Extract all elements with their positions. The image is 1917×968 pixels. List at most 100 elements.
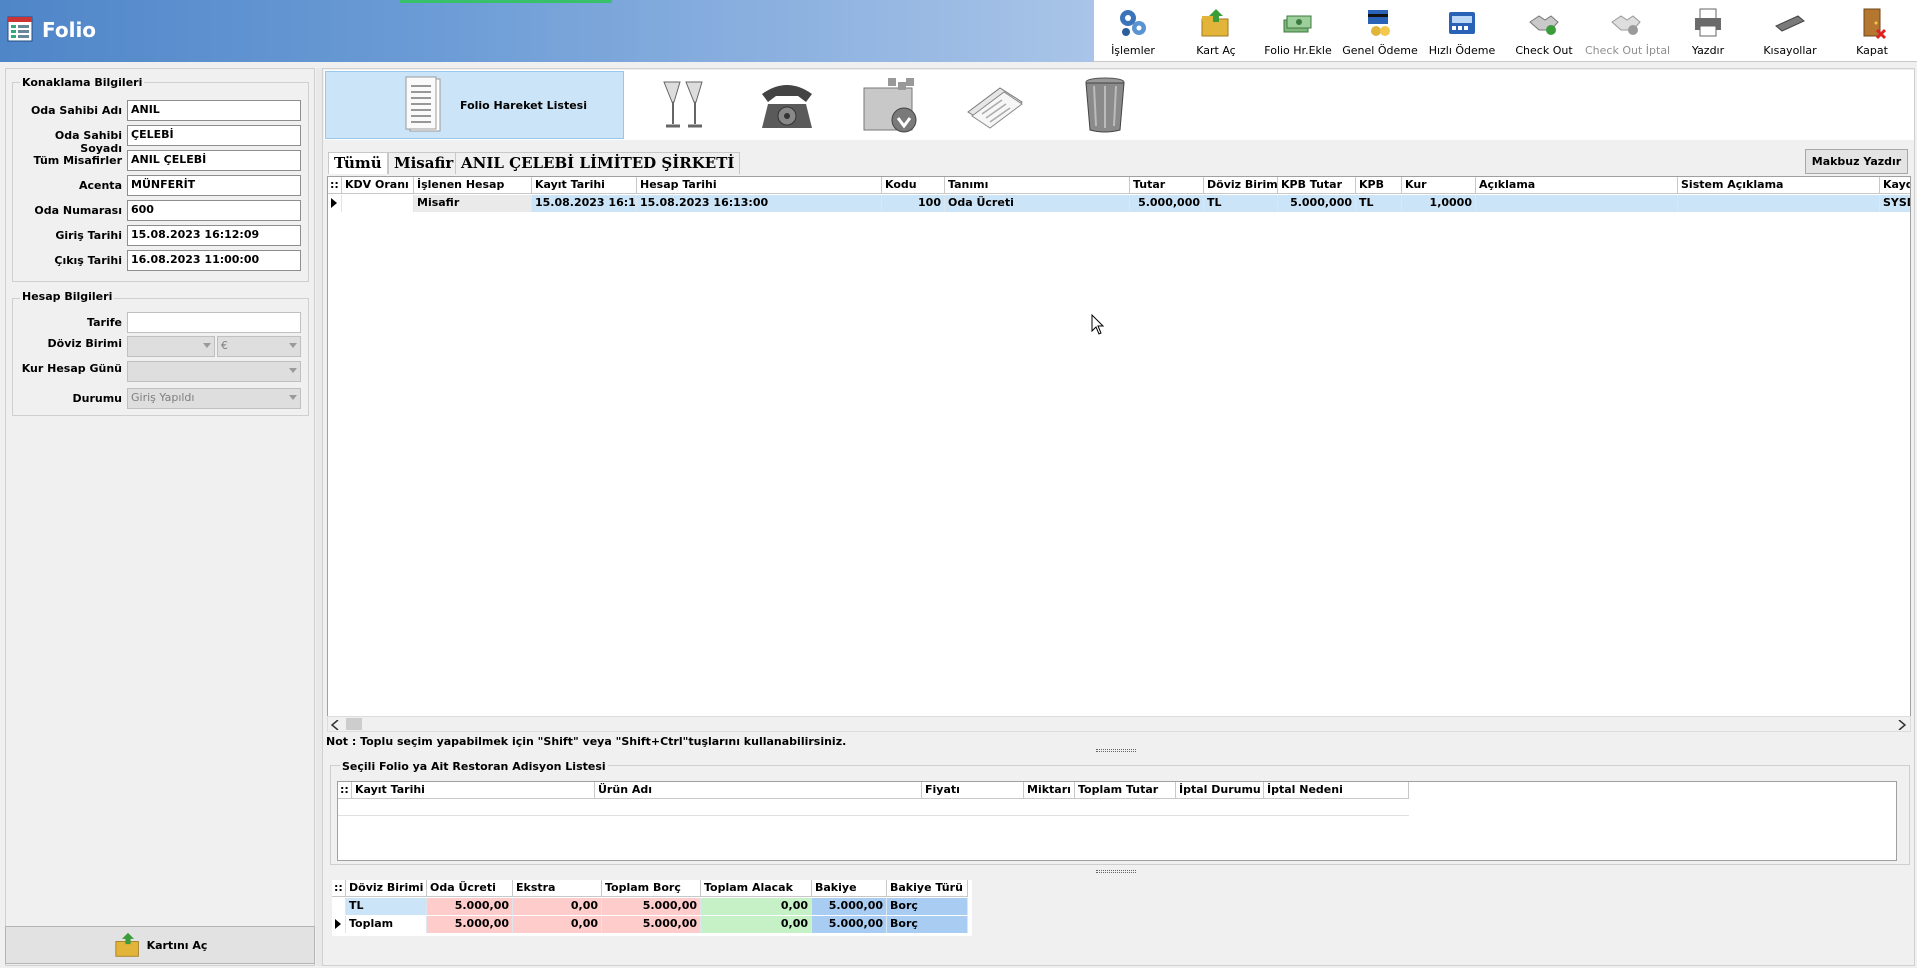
- col-iptal-nedeni[interactable]: İptal Nedeni: [1264, 782, 1409, 799]
- table-row[interactable]: Toplam 5.000,00 0,00 5.000,00 0,00 5.000…: [332, 916, 968, 933]
- durumu-select[interactable]: Giriş Yapıldı: [127, 388, 301, 409]
- chevron-down-icon: [289, 343, 297, 348]
- yazdir-button[interactable]: Yazdır: [1667, 4, 1749, 60]
- hizli-odeme-button[interactable]: Hızlı Ödeme: [1421, 4, 1503, 60]
- chevron-down-icon: [289, 368, 297, 373]
- tum-misafirler-label: Tüm Misafirler: [33, 154, 123, 167]
- cell-bakiye: 5.000,00: [812, 916, 887, 933]
- col-kur[interactable]: Kur: [1402, 177, 1476, 194]
- grid-grip[interactable]: ::: [338, 782, 352, 799]
- splitter-grip[interactable]: [1096, 870, 1136, 873]
- telephone-icon[interactable]: [756, 74, 818, 136]
- durumu-label: Durumu: [72, 392, 122, 405]
- scroll-right-icon[interactable]: [1898, 720, 1906, 730]
- tab-misafir[interactable]: Misafir: [388, 152, 460, 174]
- doviz-birimi-select[interactable]: [127, 336, 215, 357]
- kapat-button[interactable]: Kapat: [1831, 4, 1913, 60]
- genel-odeme-button[interactable]: Genel Ödeme: [1339, 4, 1421, 60]
- col-sistem-aciklama[interactable]: Sistem Açıklama: [1678, 177, 1880, 194]
- col-toplam-borc[interactable]: Toplam Borç: [602, 880, 701, 897]
- col-kayd[interactable]: Kayd: [1880, 177, 1910, 194]
- scrollbar-thumb[interactable]: [346, 718, 362, 730]
- folio-hr-ekle-button[interactable]: Folio Hr.Ekle: [1257, 4, 1339, 60]
- tum-misafirler-field[interactable]: ANIL ÇELEBİ: [127, 150, 301, 171]
- title-bar: [0, 0, 1094, 62]
- grid-grip[interactable]: ::: [328, 177, 342, 194]
- col-ekstra[interactable]: Ekstra: [513, 880, 602, 897]
- tab-tumu[interactable]: Tümü: [328, 152, 388, 174]
- newspaper-icon[interactable]: [964, 74, 1026, 136]
- col-kpb[interactable]: KPB: [1356, 177, 1402, 194]
- grid-grip[interactable]: ::: [332, 880, 346, 897]
- scroll-left-icon[interactable]: [331, 720, 339, 730]
- oda-numarasi-label: Oda Numarası: [34, 204, 122, 217]
- col-miktari[interactable]: Miktarı: [1024, 782, 1075, 799]
- cell-kayd: SYSD: [1883, 196, 1910, 209]
- col-toplam-alacak[interactable]: Toplam Alacak: [701, 880, 812, 897]
- table-row[interactable]: TL 5.000,00 0,00 5.000,00 0,00 5.000,00 …: [332, 898, 968, 915]
- col-toplam-tutar[interactable]: Toplam Tutar: [1075, 782, 1176, 799]
- col-doviz-birimi[interactable]: Döviz Birimi: [1204, 177, 1278, 194]
- table-row[interactable]: Misafir 15.08.2023 16:13:00 15.08.2023 1…: [328, 195, 1910, 212]
- cell-oda-ucreti: 5.000,00: [427, 916, 513, 933]
- kur-hesap-gunu-label: Kur Hesap Günü: [21, 362, 122, 375]
- col-kodu[interactable]: Kodu: [882, 177, 945, 194]
- tarife-field[interactable]: [127, 312, 301, 333]
- trash-icon[interactable]: [1074, 74, 1136, 136]
- col-bakiye[interactable]: Bakiye: [812, 880, 887, 897]
- splitter-grip[interactable]: [1096, 749, 1136, 752]
- currency-symbol-select[interactable]: €: [217, 336, 301, 357]
- handshake-cancel-icon: [1611, 15, 1641, 35]
- col-bakiye-turu[interactable]: Bakiye Türü: [887, 880, 968, 897]
- col-tanimi[interactable]: Tanımı: [945, 177, 1130, 194]
- tab-company[interactable]: ANIL ÇELEBİ LİMİTED ŞİRKETİ: [455, 152, 741, 174]
- col-oda-ucreti[interactable]: Oda Ücreti: [427, 880, 513, 897]
- col-hesap-tarihi[interactable]: Hesap Tarihi: [637, 177, 882, 194]
- col-aciklama[interactable]: Açıklama: [1476, 177, 1678, 194]
- kartini-ac-label: Kartını Aç: [146, 938, 208, 952]
- cell-tutar: 5.000,000: [1130, 195, 1204, 212]
- col-iptal-durumu[interactable]: İptal Durumu: [1176, 782, 1264, 799]
- col-tutar[interactable]: Tutar: [1130, 177, 1204, 194]
- chevron-down-icon: [203, 343, 211, 348]
- col-kayit-tarihi[interactable]: Kayıt Tarihi: [352, 782, 595, 799]
- kartini-ac-button[interactable]: Kartını Aç: [5, 926, 315, 964]
- col-kpb-tutar[interactable]: KPB Tutar: [1278, 177, 1356, 194]
- islemler-label: İşlemler: [1111, 44, 1155, 57]
- download-icon[interactable]: [860, 74, 922, 136]
- folio-hareket-listesi-button[interactable]: Folio Hareket Listesi: [325, 71, 624, 139]
- oda-sahibi-soyadi-field[interactable]: ÇELEBİ: [127, 125, 301, 146]
- col-doviz-birimi[interactable]: Döviz Birimi: [346, 880, 427, 897]
- door-exit-icon: [1863, 8, 1887, 40]
- cocktail-icon[interactable]: [652, 74, 714, 136]
- giris-tarihi-field[interactable]: 15.08.2023 16:12:09: [127, 225, 301, 246]
- makbuz-yazdir-button[interactable]: Makbuz Yazdır: [1805, 149, 1908, 174]
- card-open-icon: [1201, 9, 1229, 37]
- check-out-button[interactable]: Check Out: [1503, 4, 1585, 60]
- cell-bakiye-turu: Borç: [887, 916, 968, 933]
- folio-hareket-listesi-label: Folio Hareket Listesi: [460, 98, 587, 112]
- table-row[interactable]: [338, 800, 1409, 816]
- col-urun-adi[interactable]: Ürün Adı: [595, 782, 922, 799]
- col-kdv-orani[interactable]: KDV Oranı: [342, 177, 414, 194]
- oda-sahibi-adi-field[interactable]: ANIL: [127, 100, 301, 121]
- cikis-tarihi-field[interactable]: 16.08.2023 11:00:00: [127, 250, 301, 271]
- kisayollar-button[interactable]: Kısayollar: [1749, 4, 1831, 60]
- horizontal-scrollbar[interactable]: [327, 716, 1911, 732]
- summary-grid[interactable]: :: Döviz Birimi Oda Ücreti Ekstra Toplam…: [332, 880, 972, 936]
- check-out-iptal-button[interactable]: Check Out İptal: [1585, 4, 1670, 60]
- kart-ac-button[interactable]: Kart Aç: [1175, 4, 1257, 60]
- islemler-button[interactable]: İşlemler: [1092, 4, 1174, 60]
- col-islenen-hesap[interactable]: İşlenen Hesap: [414, 177, 532, 194]
- restoran-grid[interactable]: :: Kayıt Tarihi Ürün Adı Fiyatı Miktarı …: [337, 781, 1897, 861]
- cell-doviz-birimi: Toplam: [346, 916, 427, 933]
- col-kayit-tarihi[interactable]: Kayıt Tarihi: [532, 177, 637, 194]
- hesap-title: Hesap Bilgileri: [20, 290, 115, 303]
- oda-numarasi-field[interactable]: 600: [127, 200, 301, 221]
- kur-hesap-gunu-select[interactable]: [127, 361, 301, 382]
- folio-grid[interactable]: :: KDV Oranı İşlenen Hesap Kayıt Tarihi …: [327, 176, 1911, 732]
- doviz-birimi-label: Döviz Birimi: [47, 337, 122, 350]
- kapat-label: Kapat: [1856, 44, 1888, 57]
- acenta-field[interactable]: MÜNFERİT: [127, 175, 301, 196]
- col-fiyati[interactable]: Fiyatı: [922, 782, 1024, 799]
